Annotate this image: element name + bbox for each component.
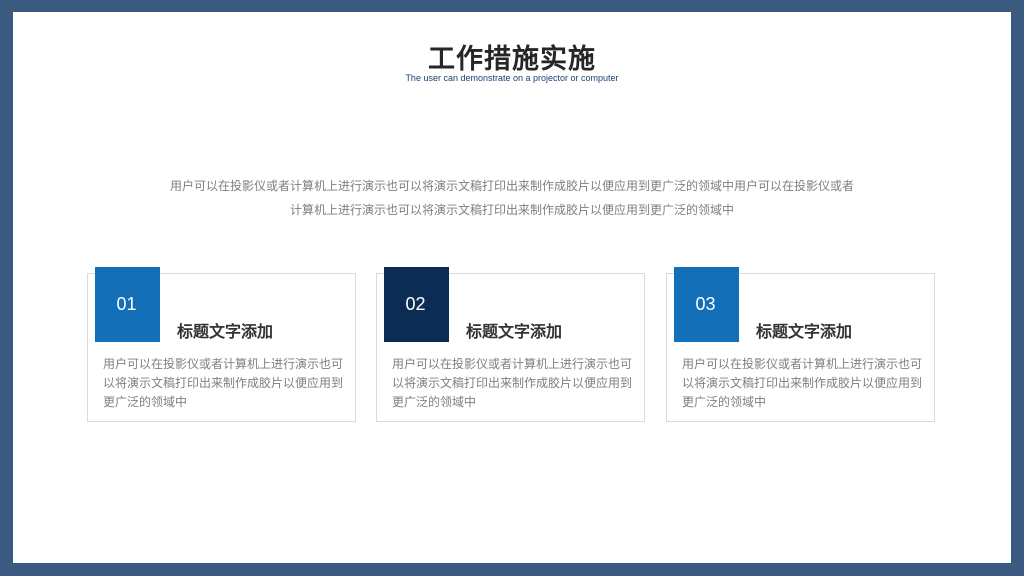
card-number-badge: 01 — [95, 267, 160, 342]
card-number-badge: 03 — [674, 267, 739, 342]
card-body: 用户可以在投影仪或者计算机上进行演示也可以将演示文稿打印出来制作成胶片以便应用到… — [392, 357, 633, 409]
card-number-badge: 02 — [384, 267, 449, 342]
card-1: 01 标题文字添加 用户可以在投影仪或者计算机上进行演示也可以将演示文稿打印出来… — [87, 267, 356, 422]
slide: 工作措施实施 The user can demonstrate on a pro… — [13, 12, 1011, 563]
slide-subtitle: The user can demonstrate on a projector … — [405, 73, 619, 83]
card-body: 用户可以在投影仪或者计算机上进行演示也可以将演示文稿打印出来制作成胶片以便应用到… — [103, 357, 344, 409]
intro-paragraph: 用户可以在投影仪或者计算机上进行演示也可以将演示文稿打印出来制作成胶片以便应用到… — [133, 174, 891, 222]
slide-title: 工作措施实施 — [428, 44, 596, 75]
card-title: 标题文字添加 — [756, 322, 853, 341]
card-body: 用户可以在投影仪或者计算机上进行演示也可以将演示文稿打印出来制作成胶片以便应用到… — [682, 357, 923, 409]
card-2: 02 标题文字添加 用户可以在投影仪或者计算机上进行演示也可以将演示文稿打印出来… — [376, 267, 645, 422]
intro-line-2: 计算机上进行演示也可以将演示文稿打印出来制作成胶片以便应用到更广泛的领域中 — [289, 203, 734, 217]
card-title: 标题文字添加 — [466, 322, 563, 341]
card-title: 标题文字添加 — [177, 322, 274, 341]
intro-line-1: 用户可以在投影仪或者计算机上进行演示也可以将演示文稿打印出来制作成胶片以便应用到… — [169, 179, 854, 193]
card-3: 03 标题文字添加 用户可以在投影仪或者计算机上进行演示也可以将演示文稿打印出来… — [666, 267, 935, 422]
